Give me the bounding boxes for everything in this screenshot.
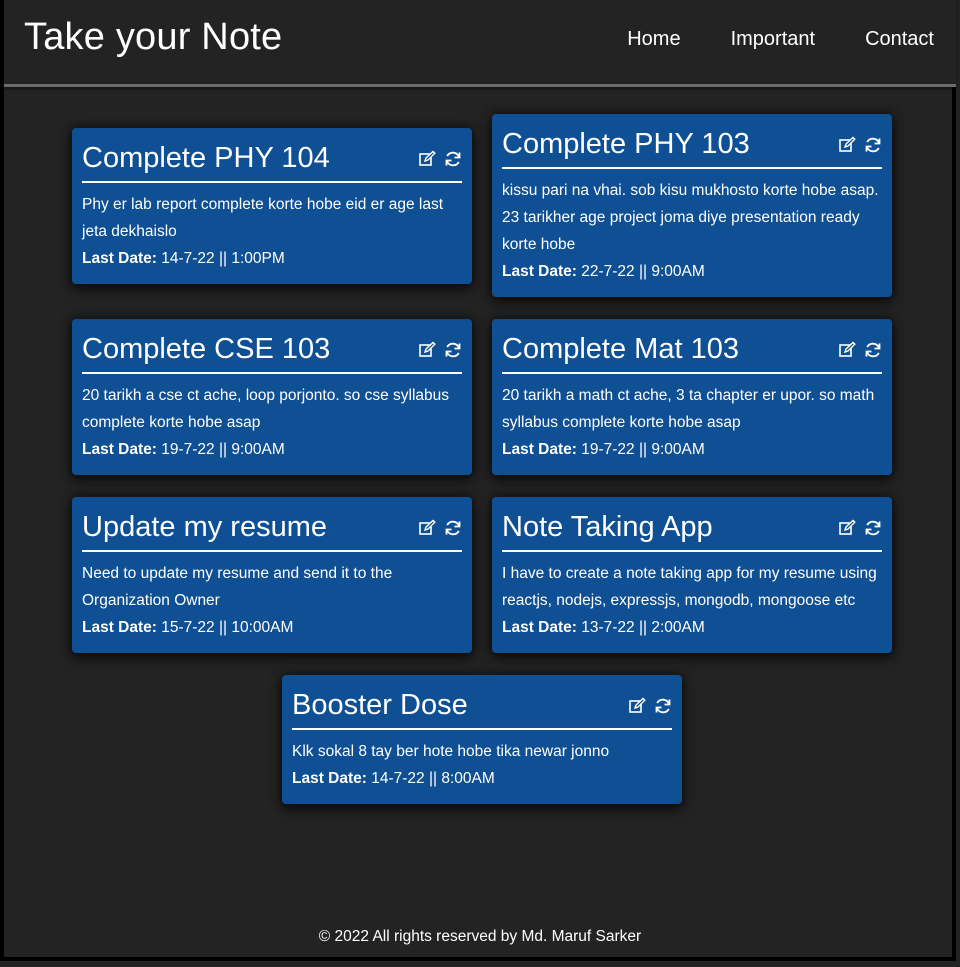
note-actions — [418, 341, 462, 359]
navbar: Take your Note Home Important Contact — [4, 0, 956, 87]
edit-icon[interactable] — [418, 150, 436, 168]
due-date-value: 19-7-22 || 9:00AM — [161, 441, 285, 458]
note-card: Note Taking App I have to create a note … — [492, 497, 892, 653]
note-due-date: Last Date: 15-7-22 || 10:00AM — [82, 614, 462, 641]
note-card: Complete Mat 103 20 tarikh a math ct ach… — [492, 319, 892, 475]
note-card: Complete CSE 103 20 tarikh a cse ct ache… — [72, 319, 472, 475]
note-title: Note Taking App — [502, 511, 713, 543]
due-date-label: Last Date: — [82, 250, 157, 267]
note-actions — [838, 519, 882, 537]
note-description: 20 tarikh a math ct ache, 3 ta chapter e… — [502, 387, 875, 431]
note-card: Complete PHY 103 kissu pari na vhai. sob… — [492, 114, 892, 297]
note-card-header: Note Taking App — [502, 511, 882, 552]
edit-icon[interactable] — [628, 697, 646, 715]
note-card: Complete PHY 104 Phy er lab report compl… — [72, 128, 472, 284]
edit-icon[interactable] — [838, 519, 856, 537]
note-due-date: Last Date: 22-7-22 || 9:00AM — [502, 258, 882, 285]
due-date-value: 15-7-22 || 10:00AM — [161, 619, 294, 636]
due-date-label: Last Date: — [82, 441, 157, 458]
note-actions — [838, 341, 882, 359]
note-card-header: Complete PHY 104 — [82, 142, 462, 183]
note-actions — [838, 136, 882, 154]
edit-icon[interactable] — [838, 136, 856, 154]
due-date-label: Last Date: — [502, 263, 577, 280]
note-due-date: Last Date: 13-7-22 || 2:00AM — [502, 614, 882, 641]
note-description: Klk sokal 8 tay ber hote hobe tika newar… — [292, 743, 610, 760]
nav-links: Home Important Contact — [627, 28, 934, 51]
due-date-value: 14-7-22 || 1:00PM — [161, 250, 285, 267]
note-description: Need to update my resume and send it to … — [82, 565, 393, 609]
refresh-icon[interactable] — [444, 150, 462, 168]
refresh-icon[interactable] — [654, 697, 672, 715]
note-title: Complete CSE 103 — [82, 333, 331, 365]
note-description: kissu pari na vhai. sob kisu mukhosto ko… — [502, 182, 879, 253]
note-due-date: Last Date: 19-7-22 || 9:00AM — [82, 436, 462, 463]
refresh-icon[interactable] — [444, 519, 462, 537]
footer-copyright: © 2022 All rights reserved by Md. Maruf … — [318, 928, 642, 945]
note-card: Booster Dose Klk sokal 8 tay ber hote ho… — [282, 675, 682, 804]
refresh-icon[interactable] — [864, 136, 882, 154]
refresh-icon[interactable] — [444, 341, 462, 359]
note-actions — [418, 150, 462, 168]
refresh-icon[interactable] — [864, 519, 882, 537]
note-due-date: Last Date: 14-7-22 || 8:00AM — [292, 765, 672, 792]
refresh-icon[interactable] — [864, 341, 882, 359]
due-date-label: Last Date: — [82, 619, 157, 636]
note-card-header: Update my resume — [82, 511, 462, 552]
nav-contact-link[interactable]: Contact — [865, 28, 934, 51]
note-card-header: Complete Mat 103 — [502, 333, 882, 374]
note-card-header: Complete PHY 103 — [502, 128, 882, 169]
note-due-date: Last Date: 19-7-22 || 9:00AM — [502, 436, 882, 463]
note-actions — [418, 519, 462, 537]
nav-home-link[interactable]: Home — [627, 28, 680, 51]
due-date-value: 22-7-22 || 9:00AM — [581, 263, 705, 280]
brand-logo[interactable]: Take your Note — [24, 16, 282, 59]
note-title: Complete PHY 104 — [82, 142, 330, 174]
edit-icon[interactable] — [418, 341, 436, 359]
due-date-value: 14-7-22 || 8:00AM — [371, 770, 495, 787]
note-actions — [628, 697, 672, 715]
due-date-label: Last Date: — [502, 441, 577, 458]
due-date-label: Last Date: — [502, 619, 577, 636]
note-description: Phy er lab report complete korte hobe ei… — [82, 196, 444, 240]
note-title: Complete PHY 103 — [502, 128, 750, 160]
note-due-date: Last Date: 14-7-22 || 1:00PM — [82, 245, 462, 272]
note-description: 20 tarikh a cse ct ache, loop porjonto. … — [82, 387, 450, 431]
note-title: Complete Mat 103 — [502, 333, 739, 365]
nav-important-link[interactable]: Important — [731, 28, 815, 51]
due-date-value: 13-7-22 || 2:00AM — [581, 619, 705, 636]
note-title: Booster Dose — [292, 689, 468, 721]
due-date-value: 19-7-22 || 9:00AM — [581, 441, 705, 458]
note-card: Update my resume Need to update my resum… — [72, 497, 472, 653]
note-title: Update my resume — [82, 511, 327, 543]
edit-icon[interactable] — [418, 519, 436, 537]
note-card-header: Complete CSE 103 — [82, 333, 462, 374]
note-description: I have to create a note taking app for m… — [502, 565, 877, 609]
note-card-header: Booster Dose — [292, 689, 672, 730]
due-date-label: Last Date: — [292, 770, 367, 787]
edit-icon[interactable] — [838, 341, 856, 359]
